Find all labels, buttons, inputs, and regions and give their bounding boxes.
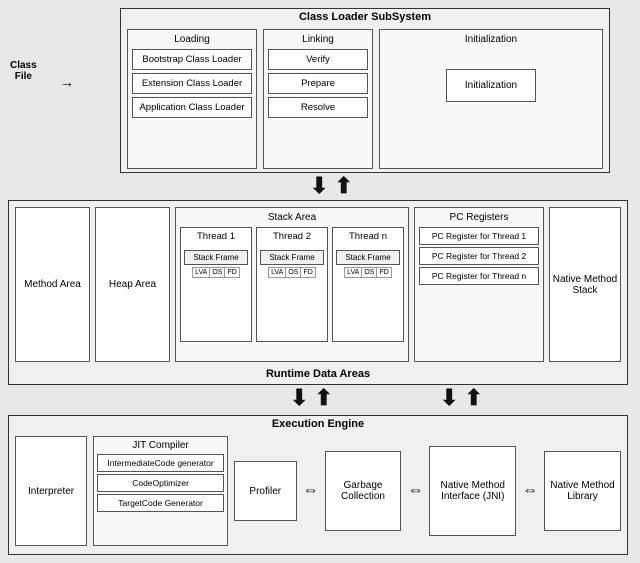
native-method-interface: Native Method Interface (JNI) <box>429 446 516 536</box>
arrow-down-1: ⬇ <box>310 173 328 199</box>
extension-loader: Extension Class Loader <box>132 73 252 94</box>
runtime-data-areas: Method Area Heap Area Stack Area Thread … <box>8 200 628 385</box>
thread-1-title: Thread 1 <box>197 231 235 242</box>
tn-fd: FD <box>377 268 390 277</box>
thread-n-stack-frame: Stack Frame <box>336 250 400 265</box>
thread-1: Thread 1 Stack Frame LVA OS FD <box>180 227 252 342</box>
stack-area-title: Stack Area <box>180 212 404 223</box>
t1-lva: LVA <box>193 268 210 277</box>
pc-registers-title: PC Registers <box>419 212 539 223</box>
diagram-container: Class File → Class Loader SubSystem Load… <box>0 0 640 563</box>
pc-thread-2: PC Register for Thread 2 <box>419 247 539 265</box>
verify-box: Verify <box>268 49 368 70</box>
tn-os: OS <box>362 268 377 277</box>
pc-thread-n: PC Register for Thread n <box>419 267 539 285</box>
jit-compiler: JIT Compiler IntermediateCode generator … <box>93 436 228 546</box>
initialization-box: Initialization <box>446 69 536 102</box>
prepare-box: Prepare <box>268 73 368 94</box>
thread-1-stack-frame: Stack Frame <box>184 250 248 265</box>
thread-1-lva-row: LVA OS FD <box>192 267 240 278</box>
execution-title: Execution Engine <box>9 416 627 432</box>
bootstrap-loader: Bootstrap Class Loader <box>132 49 252 70</box>
t1-fd: FD <box>225 268 238 277</box>
runtime-to-exec-arrows-left: ⬇ ⬆ <box>290 385 333 411</box>
nml-arrow-left: ⇔ <box>522 482 538 500</box>
runtime-to-exec-arrows-right: ⬇ ⬆ <box>440 385 483 411</box>
t2-os: OS <box>286 268 301 277</box>
class-loader-subsystem: Class Loader SubSystem Loading Bootstrap… <box>120 8 610 173</box>
loading-section: Loading Bootstrap Class Loader Extension… <box>127 29 257 169</box>
arrow-up-3: ⬆ <box>464 385 482 411</box>
garbage-collection: Garbage Collection <box>325 451 402 531</box>
arrow-up-2: ⬆ <box>314 385 332 411</box>
arrow-down-2: ⬇ <box>290 385 308 411</box>
application-loader: Application Class Loader <box>132 97 252 118</box>
target-code-gen: TargetCode Generator <box>97 494 224 512</box>
linking-title: Linking <box>268 34 368 45</box>
thread-2-title: Thread 2 <box>273 231 311 242</box>
heap-area: Heap Area <box>95 207 170 362</box>
linking-section: Linking Verify Prepare Resolve <box>263 29 373 169</box>
class-loader-title: Class Loader SubSystem <box>121 9 609 25</box>
execution-engine: Execution Engine Interpreter JIT Compile… <box>8 415 628 555</box>
t1-os: OS <box>210 268 225 277</box>
initialization-section: Initialization Initialization <box>379 29 603 169</box>
initialization-title: Initialization <box>465 34 517 45</box>
arrow-up-1: ⬆ <box>334 173 352 199</box>
thread-n-lva-row: LVA OS FD <box>344 267 392 278</box>
resolve-box: Resolve <box>268 97 368 118</box>
pc-registers: PC Registers PC Register for Thread 1 PC… <box>414 207 544 362</box>
class-file-label: Class File <box>10 60 37 82</box>
code-optimizer: CodeOptimizer <box>97 474 224 492</box>
nmi-arrow-left: ⇔ <box>407 482 423 500</box>
cl-to-runtime-arrows: ⬇ ⬆ <box>310 173 353 199</box>
profiler: Profiler <box>234 461 297 521</box>
jit-compiler-title: JIT Compiler <box>97 440 224 451</box>
gc-arrow-left: ⇔ <box>303 482 319 500</box>
arrow-down-3: ⬇ <box>440 385 458 411</box>
thread-2: Thread 2 Stack Frame LVA OS FD <box>256 227 328 342</box>
thread-2-stack-frame: Stack Frame <box>260 250 324 265</box>
intermediate-code-gen: IntermediateCode generator <box>97 454 224 472</box>
thread-2-lva-row: LVA OS FD <box>268 267 316 278</box>
tn-lva: LVA <box>345 268 362 277</box>
stack-area: Stack Area Thread 1 Stack Frame LVA OS F… <box>175 207 409 362</box>
class-file-arrow: → <box>60 74 74 90</box>
interpreter: Interpreter <box>15 436 87 546</box>
method-area: Method Area <box>15 207 90 362</box>
t2-fd: FD <box>301 268 314 277</box>
runtime-title: Runtime Data Areas <box>9 368 627 380</box>
t2-lva: LVA <box>269 268 286 277</box>
thread-n-title: Thread n <box>349 231 387 242</box>
loading-title: Loading <box>132 34 252 45</box>
native-method-stack: Native Method Stack <box>549 207 621 362</box>
thread-n: Thread n Stack Frame LVA OS FD <box>332 227 404 342</box>
pc-thread-1: PC Register for Thread 1 <box>419 227 539 245</box>
native-method-library: Native Method Library <box>544 451 621 531</box>
